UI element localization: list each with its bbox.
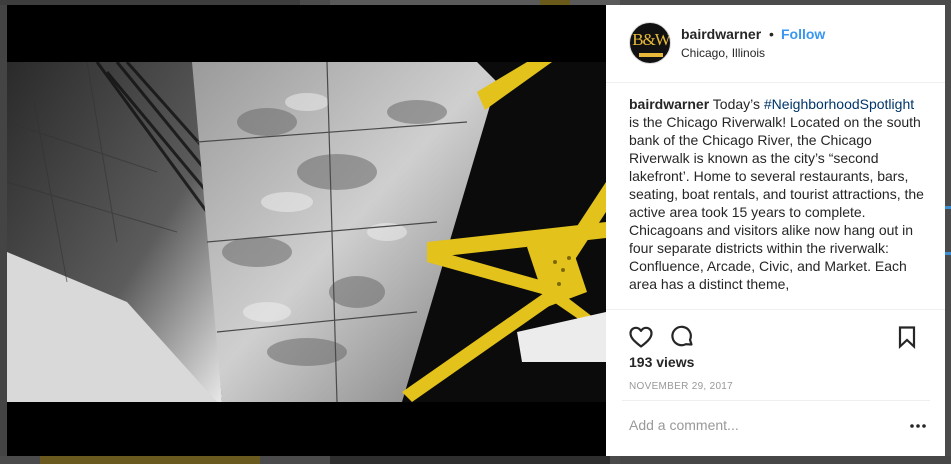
caption-text-after: is the Chicago Riverwalk! Located on the… — [629, 114, 924, 292]
next-post-indicator — [944, 252, 951, 255]
post-details-panel: B&W bairdwarner • Follow Chicago, Illino… — [606, 5, 945, 456]
feed-thumbnail — [0, 5, 7, 456]
post-header: B&W bairdwarner • Follow Chicago, Illino… — [606, 5, 945, 83]
post-date[interactable]: NOVEMBER 29, 2017 — [629, 381, 733, 392]
caption-text-before: Today’s — [712, 96, 760, 112]
riverwalk-photo — [7, 62, 606, 402]
feed-thumbnail — [330, 456, 610, 464]
avatar-logo: B&W — [632, 30, 670, 49]
comment-form — [622, 400, 930, 456]
heart-icon[interactable] — [627, 323, 655, 351]
comment-input[interactable] — [629, 415, 889, 435]
feed-thumbnail — [40, 456, 260, 464]
next-post-indicator — [944, 206, 951, 209]
separator-dot: • — [769, 26, 774, 42]
bookmark-icon[interactable] — [893, 323, 921, 351]
username-link[interactable]: bairdwarner — [681, 26, 761, 42]
more-options-icon[interactable] — [908, 419, 928, 431]
hashtag-link[interactable]: #NeighborhoodSpotlight — [764, 96, 914, 112]
post-media-video[interactable] — [7, 5, 606, 456]
view-count[interactable]: 193 views — [629, 354, 694, 370]
follow-button[interactable]: Follow — [781, 26, 825, 42]
comment-bubble-icon[interactable] — [668, 323, 696, 351]
location-link[interactable]: Chicago, Illinois — [681, 46, 765, 60]
post-caption: bairdwarner Today’s #NeighborhoodSpotlig… — [629, 95, 925, 309]
avatar-logo-bar — [639, 53, 663, 57]
feed-thumbnail — [620, 456, 951, 464]
caption-username[interactable]: bairdwarner — [629, 96, 709, 112]
avatar[interactable]: B&W — [629, 22, 671, 64]
